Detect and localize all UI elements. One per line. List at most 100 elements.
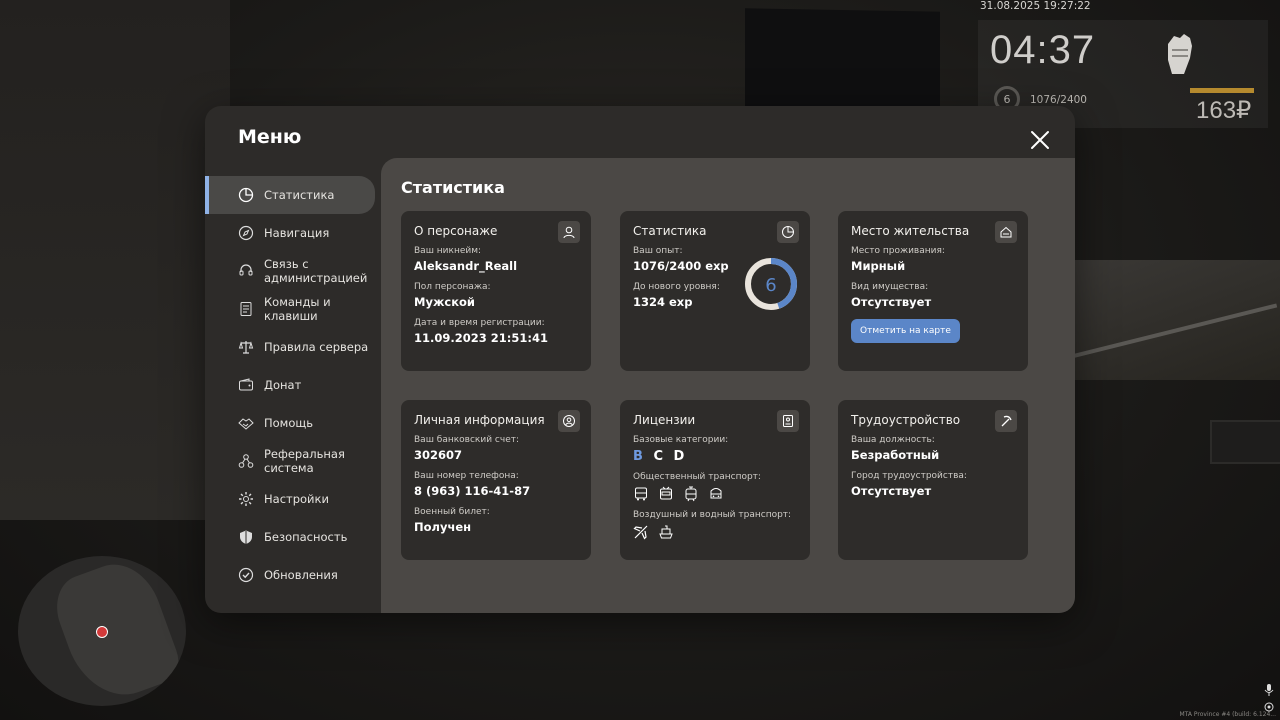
military-value: Получен xyxy=(414,520,472,534)
nav-label: Реферальная система xyxy=(264,447,345,475)
content-panel: Статистика О персонаже Ваш никнейм: Alek… xyxy=(381,158,1075,613)
check-circle-icon xyxy=(238,567,254,583)
hud-money-bar xyxy=(1190,88,1254,93)
headset-icon xyxy=(239,264,253,276)
handshake-icon xyxy=(238,418,254,430)
nav-item-help[interactable]: Помощь xyxy=(205,404,381,442)
nav-item-admin-contact[interactable]: Связь с администрацией xyxy=(205,252,381,290)
gender-label: Пол персонажа: xyxy=(414,282,491,292)
airplane-icon xyxy=(633,525,648,540)
card-title: Личная информация xyxy=(414,413,545,427)
hud-datetime: 31.08.2025 19:27:22 xyxy=(980,0,1091,12)
shield-icon xyxy=(240,530,252,544)
background-screen xyxy=(745,8,940,122)
nickname-value: Aleksandr_Reall xyxy=(414,259,518,273)
pickaxe-icon xyxy=(995,410,1017,432)
nav-item-updates[interactable]: Обновления xyxy=(205,556,381,594)
property-label: Вид имущества: xyxy=(851,282,929,292)
residence-label: Место проживания: xyxy=(851,246,945,256)
build-info: MTA Province #4 (build: 6.124... xyxy=(1179,711,1277,718)
card-title: Место жительства xyxy=(851,224,970,238)
nav-item-security[interactable]: Безопасность xyxy=(205,518,381,556)
pie-chart-icon xyxy=(238,187,254,203)
home-icon xyxy=(995,221,1017,243)
property-value: Отсутствует xyxy=(851,295,932,309)
player-marker-icon xyxy=(96,626,108,638)
content-title: Статистика xyxy=(401,178,505,197)
background-shelf xyxy=(1075,260,1280,380)
nav-label: Навигация xyxy=(264,226,330,240)
pie-chart-icon xyxy=(777,221,799,243)
bus-icon xyxy=(635,487,647,501)
hud-money: 163₽ xyxy=(1196,97,1252,124)
background-rug xyxy=(1210,420,1280,464)
nav-label: Донат xyxy=(264,378,302,392)
nav-label: Статистика xyxy=(264,188,335,202)
card-title: О персонаже xyxy=(414,224,498,238)
card-licenses: Лицензии Базовые категории: B C D Общест… xyxy=(620,400,810,560)
ship-icon xyxy=(659,525,673,539)
nav-label: Обновления xyxy=(264,568,338,582)
card-stats: Статистика Ваш опыт: 1076/2400 exp До но… xyxy=(620,211,810,371)
card-title: Статистика xyxy=(633,224,707,238)
card-residence: Место жительства Место проживания: Мирны… xyxy=(838,211,1028,371)
bank-label: Ваш банковский счет: xyxy=(414,435,520,445)
nav-label: Связь с администрацией xyxy=(264,257,368,285)
nav-item-donate[interactable]: Донат xyxy=(205,366,381,404)
residence-value: Мирный xyxy=(851,259,906,273)
trolleybus-icon xyxy=(660,486,672,500)
position-value: Безработный xyxy=(851,448,940,462)
employment-city-value: Отсутствует xyxy=(851,484,932,498)
compass-icon xyxy=(238,225,254,241)
menu-window: Меню Статистика Навигация Связь с админи… xyxy=(205,106,1075,613)
nav-label: Безопасность xyxy=(264,530,348,544)
network-icon xyxy=(238,454,254,468)
id-user-icon xyxy=(558,410,580,432)
document-icon xyxy=(240,302,252,316)
background-wall xyxy=(0,0,230,520)
menu-title: Меню xyxy=(238,126,302,148)
bank-value: 302607 xyxy=(414,448,463,462)
nickname-label: Ваш никнейм: xyxy=(414,246,482,256)
nav-item-statistics[interactable]: Статистика xyxy=(205,176,375,214)
close-button[interactable] xyxy=(1028,128,1052,152)
registration-value: 11.09.2023 21:51:41 xyxy=(414,331,548,345)
card-character: О персонаже Ваш никнейм: Aleksandr_Reall… xyxy=(401,211,591,371)
gear-icon xyxy=(239,492,253,506)
license-categories: B C D xyxy=(633,449,797,464)
position-label: Ваша должность: xyxy=(851,435,935,445)
base-categories-label: Базовые категории: xyxy=(633,435,729,445)
category-d: D xyxy=(673,449,688,464)
microphone-icon xyxy=(1264,684,1274,696)
employment-city-label: Город трудоустройства: xyxy=(851,471,967,481)
card-personal: Личная информация Ваш банковский счет: 3… xyxy=(401,400,591,560)
public-transport-icons xyxy=(633,486,797,502)
level-progress-ring: 6 xyxy=(745,258,797,310)
exp-label: Ваш опыт: xyxy=(633,246,683,256)
phone-label: Ваш номер телефона: xyxy=(414,471,519,481)
military-label: Военный билет: xyxy=(414,507,490,517)
minimap xyxy=(18,556,186,706)
mark-on-map-button[interactable]: Отметить на карте xyxy=(851,319,960,343)
tram-icon xyxy=(685,486,697,502)
nav-item-settings[interactable]: Настройки xyxy=(205,480,381,518)
nav-item-navigation[interactable]: Навигация xyxy=(205,214,381,252)
card-employment: Трудоустройство Ваша должность: Безработ… xyxy=(838,400,1028,560)
hud-time: 04:37 xyxy=(990,28,1096,72)
category-c: C xyxy=(653,449,666,464)
hud-exp: 1076/2400 xyxy=(1030,94,1087,106)
phone-value: 8 (963) 116-41-87 xyxy=(414,484,531,498)
nav-item-commands[interactable]: Команды и клавиши xyxy=(205,290,381,328)
nav-label: Команды и клавиши xyxy=(264,295,331,323)
nav-label: Настройки xyxy=(264,492,329,506)
category-b: B xyxy=(633,449,646,464)
train-icon xyxy=(710,488,722,499)
nav-item-referral[interactable]: Реферальная система xyxy=(205,442,381,480)
registration-label: Дата и время регистрации: xyxy=(414,318,545,328)
minimap-terrain xyxy=(46,556,186,706)
nav-item-rules[interactable]: Правила сервера xyxy=(205,328,381,366)
card-title: Лицензии xyxy=(633,413,696,427)
public-transport-label: Общественный транспорт: xyxy=(633,472,761,482)
air-water-label: Воздушный и водный транспорт: xyxy=(633,510,792,520)
scales-icon xyxy=(238,341,254,354)
